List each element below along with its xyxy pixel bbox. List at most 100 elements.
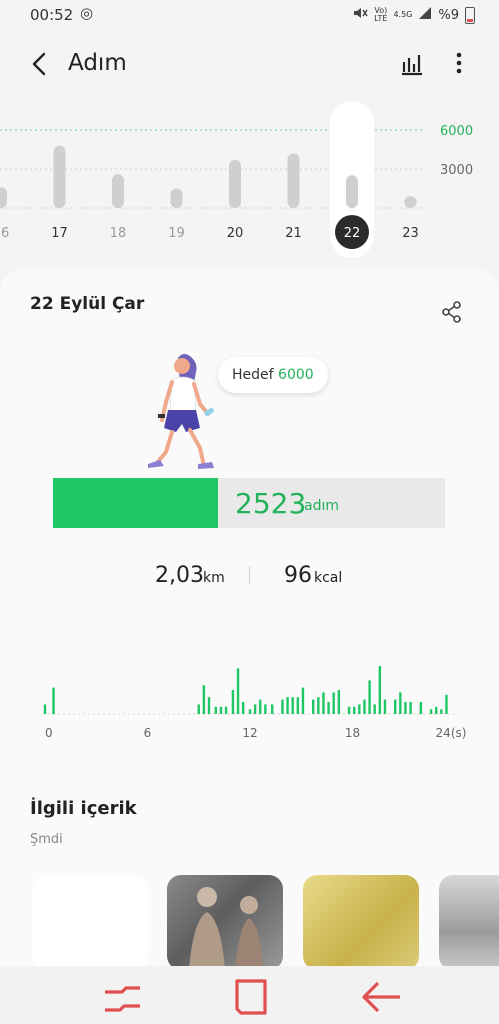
hour-bar	[259, 699, 262, 714]
hour-axis-label: 18	[345, 726, 360, 740]
hour-bar	[296, 697, 300, 714]
volte-indicator: Vo) LTE	[374, 6, 388, 23]
day-bar	[112, 174, 124, 208]
weekly-steps-chart[interactable]: 6000 3000 16 17 18 19 20 21 22 23	[0, 98, 499, 263]
hour-bar	[207, 697, 211, 714]
day-label: 23	[402, 226, 419, 241]
day-label: 16	[0, 226, 9, 241]
goal-axis-label: 6000	[440, 124, 473, 139]
sync-icon: ◎	[80, 4, 94, 22]
related-content-card[interactable]	[303, 875, 419, 970]
day-label: 22	[344, 226, 361, 241]
hour-bar	[291, 697, 294, 714]
hour-bar	[322, 692, 325, 714]
selected-date: 22 Eylül Çar	[30, 294, 145, 314]
battery-percent: %9	[438, 7, 459, 23]
hourly-steps-chart: 0 6 12 18 24(s)	[43, 666, 467, 740]
hour-bar	[224, 706, 228, 714]
status-bar: 00:52 ◎ Vo) LTE 4.5G %9	[0, 0, 499, 30]
day-bar	[229, 159, 241, 208]
hour-bar	[271, 704, 274, 714]
hour-axis-label: 0	[45, 726, 53, 740]
related-content-title: İlgili içerik	[30, 798, 137, 819]
related-content-card[interactable]	[439, 875, 499, 970]
mute-icon	[352, 5, 368, 25]
hour-bar	[264, 704, 267, 714]
hour-bar	[373, 704, 376, 714]
signal-icon	[418, 6, 432, 24]
hour-bar	[214, 706, 218, 714]
hour-bar	[404, 702, 407, 714]
stats-divider	[249, 566, 250, 584]
hour-bar	[394, 699, 397, 714]
more-options-icon[interactable]	[452, 50, 466, 76]
hour-bar	[363, 699, 366, 714]
hour-bar	[435, 706, 438, 714]
hour-bar	[241, 702, 245, 714]
battery-icon	[465, 6, 475, 24]
mid-axis-label: 3000	[440, 163, 473, 178]
hour-bar	[231, 690, 235, 714]
day-label: 18	[110, 226, 127, 241]
hour-bar	[281, 699, 284, 714]
day-label: 21	[285, 226, 302, 241]
bar-chart-icon[interactable]	[400, 52, 424, 76]
day-bar	[346, 175, 358, 208]
day-bar	[287, 153, 300, 208]
hour-bar	[312, 699, 315, 714]
back-icon[interactable]	[360, 980, 402, 1014]
steps-progress-fill	[53, 478, 218, 528]
related-content-card[interactable]	[32, 875, 148, 970]
hour-bar	[337, 690, 341, 714]
calories-value: 96	[284, 563, 312, 588]
recent-apps-icon[interactable]	[102, 980, 142, 1016]
day-bar	[53, 145, 66, 208]
hour-bar	[202, 685, 206, 714]
hour-bar	[358, 704, 361, 714]
hour-bar	[383, 699, 387, 714]
hour-axis-label: 12	[242, 726, 257, 740]
day-bar	[0, 187, 7, 208]
hour-bar	[378, 666, 382, 714]
hour-axis-label: 24(s)	[436, 726, 467, 740]
share-icon[interactable]	[440, 300, 464, 324]
hour-bar	[52, 687, 55, 714]
step-count: 2523	[235, 487, 307, 520]
hour-bar	[347, 706, 351, 714]
page-title: Adım	[68, 50, 127, 76]
hour-bar	[353, 706, 356, 714]
hour-axis-label: 6	[144, 726, 152, 740]
hour-bar	[429, 709, 433, 714]
hour-bar	[236, 668, 240, 714]
hour-bar	[43, 704, 47, 714]
network-indicator: 4.5G	[393, 10, 413, 19]
goal-value: 6000	[278, 367, 314, 383]
hour-bar	[409, 702, 412, 714]
hour-bar	[327, 702, 330, 714]
hour-bar	[301, 687, 305, 714]
hour-bar	[440, 709, 443, 714]
status-time: 00:52	[30, 6, 74, 24]
hour-bar	[419, 702, 423, 714]
day-label: 19	[168, 226, 185, 241]
hour-bar	[368, 680, 371, 714]
day-label: 20	[227, 226, 244, 241]
hour-bar	[286, 697, 289, 714]
step-unit: adım	[304, 498, 339, 514]
day-bar	[170, 188, 183, 208]
distance-unit: km	[203, 570, 225, 586]
hour-bar	[253, 704, 257, 714]
calories-unit: kcal	[314, 570, 343, 586]
back-arrow-icon[interactable]	[28, 50, 54, 78]
goal-label: Hedef	[232, 367, 274, 383]
walking-person-illustration	[148, 354, 214, 469]
hour-bar	[317, 697, 320, 714]
day-label: 17	[51, 226, 68, 241]
hour-bar	[445, 694, 448, 714]
day-bar	[404, 196, 417, 208]
related-content-card[interactable]	[167, 875, 283, 970]
distance-value: 2,03	[155, 563, 204, 588]
hour-bar	[332, 692, 335, 714]
hour-bar	[197, 704, 200, 714]
home-icon[interactable]	[233, 978, 269, 1016]
